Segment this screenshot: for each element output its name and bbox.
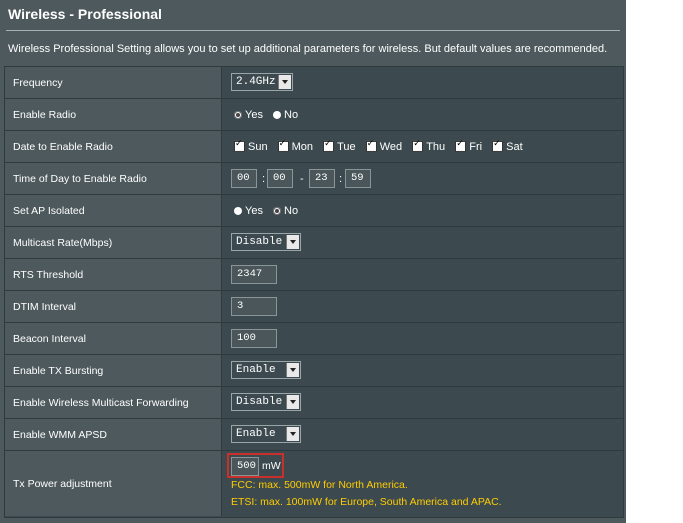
radio-unselected-icon [273, 110, 282, 119]
checkbox-checked-icon [277, 139, 289, 153]
chevron-down-icon [286, 427, 299, 441]
enable-radio-yes-option[interactable]: Yes [234, 109, 263, 121]
wireless-professional-panel: Wireless - Professional Wireless Profess… [0, 0, 626, 523]
multicast-forwarding-label: Enable Wireless Multicast Forwarding [13, 396, 189, 409]
start-hour-input[interactable]: 00 [231, 169, 257, 188]
row-frequency: Frequency 2.4GHz [5, 67, 623, 99]
day-tue-checkbox[interactable]: Tue [323, 139, 356, 153]
checkbox-checked-icon [492, 139, 504, 153]
time-colon: : [262, 172, 266, 185]
row-wmm-apsd: Enable WMM APSD Enable [5, 419, 623, 451]
tx-bursting-label: Enable TX Bursting [13, 364, 104, 377]
tx-power-input[interactable]: 500 [231, 457, 259, 476]
row-tx-power: Tx Power adjustment 500 mW FCC: max. 500… [5, 451, 623, 516]
time-colon: : [339, 172, 343, 185]
chevron-down-icon [286, 395, 299, 409]
ap-isolated-label: Set AP Isolated [13, 204, 85, 217]
day-fri-checkbox[interactable]: Fri [455, 139, 482, 153]
dtim-interval-input[interactable]: 3 [231, 297, 277, 316]
checkbox-checked-icon [323, 139, 335, 153]
enable-radio-no-option[interactable]: No [273, 109, 298, 121]
ap-isolated-yes-option[interactable]: Yes [234, 205, 263, 217]
row-time-enable: Time of Day to Enable Radio 00 : 00 - 23… [5, 163, 623, 195]
chevron-down-icon [286, 235, 299, 249]
multicast-forwarding-select[interactable]: Disable [231, 393, 301, 411]
wmm-apsd-select[interactable]: Enable [231, 425, 301, 443]
frequency-select[interactable]: 2.4GHz [231, 73, 293, 91]
weekday-checkboxes: Sun Mon Tue Wed Thu Fri Sat [234, 139, 530, 153]
ap-isolated-no-option[interactable]: No [273, 205, 298, 217]
checkbox-checked-icon [455, 139, 467, 153]
tx-power-label: Tx Power adjustment [13, 477, 112, 490]
dtim-interval-label: DTIM Interval [13, 300, 77, 313]
checkbox-checked-icon [365, 139, 377, 153]
page-description: Wireless Professional Setting allows you… [8, 43, 608, 55]
page-title: Wireless - Professional [8, 6, 162, 22]
radio-unselected-icon [234, 206, 242, 215]
multicast-rate-select[interactable]: Disable [231, 233, 301, 251]
beacon-interval-label: Beacon Interval [13, 332, 86, 345]
multicast-rate-label: Multicast Rate(Mbps) [13, 236, 113, 249]
row-dtim-interval: DTIM Interval 3 [5, 291, 623, 323]
time-range-dash: - [300, 172, 304, 185]
end-hour-input[interactable]: 23 [309, 169, 335, 188]
row-tx-bursting: Enable TX Bursting Enable [5, 355, 623, 387]
frequency-label: Frequency [13, 76, 63, 89]
chevron-down-icon [286, 363, 299, 377]
title-divider [6, 30, 620, 31]
chevron-down-icon [278, 75, 291, 89]
row-date-enable: Date to Enable Radio Sun Mon Tue Wed Thu… [5, 131, 623, 163]
tx-power-unit: mW [262, 460, 281, 472]
checkbox-checked-icon [234, 139, 245, 153]
enable-radio-options: Yes No [234, 108, 305, 121]
radio-selected-icon [273, 206, 282, 215]
day-wed-checkbox[interactable]: Wed [365, 139, 402, 153]
day-thu-checkbox[interactable]: Thu [412, 139, 445, 153]
day-mon-checkbox[interactable]: Mon [277, 139, 313, 153]
wmm-apsd-label: Enable WMM APSD [13, 428, 107, 441]
checkbox-checked-icon [412, 139, 424, 153]
fcc-note: FCC: max. 500mW for North America. [231, 479, 408, 491]
rts-threshold-input[interactable]: 2347 [231, 265, 277, 284]
row-beacon-interval: Beacon Interval 100 [5, 323, 623, 355]
radio-selected-icon [234, 110, 242, 119]
time-enable-label: Time of Day to Enable Radio [13, 172, 147, 185]
date-enable-label: Date to Enable Radio [13, 140, 113, 153]
ap-isolated-options: Yes No [234, 204, 305, 217]
row-multicast-rate: Multicast Rate(Mbps) Disable [5, 227, 623, 259]
settings-table: Frequency 2.4GHz Enable Radio Yes No Dat… [4, 66, 624, 518]
etsi-note: ETSI: max. 100mW for Europe, South Ameri… [231, 496, 502, 508]
start-minute-input[interactable]: 00 [267, 169, 293, 188]
row-rts-threshold: RTS Threshold 2347 [5, 259, 623, 291]
row-multicast-forwarding: Enable Wireless Multicast Forwarding Dis… [5, 387, 623, 419]
day-sat-checkbox[interactable]: Sat [492, 139, 523, 153]
day-sun-checkbox[interactable]: Sun [234, 139, 268, 153]
rts-threshold-label: RTS Threshold [13, 268, 84, 281]
row-enable-radio: Enable Radio Yes No [5, 99, 623, 131]
tx-bursting-select[interactable]: Enable [231, 361, 301, 379]
beacon-interval-input[interactable]: 100 [231, 329, 277, 348]
end-minute-input[interactable]: 59 [345, 169, 371, 188]
row-ap-isolated: Set AP Isolated Yes No [5, 195, 623, 227]
enable-radio-label: Enable Radio [13, 108, 77, 121]
